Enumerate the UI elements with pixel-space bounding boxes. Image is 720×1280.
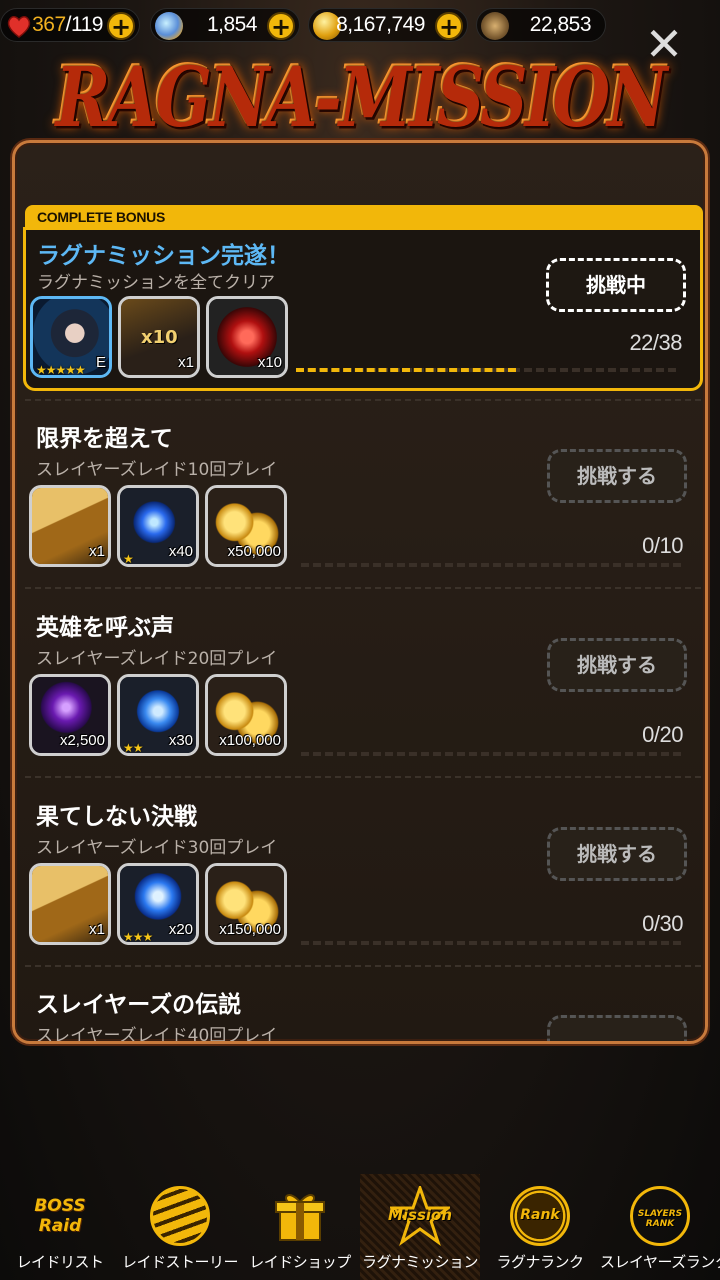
mission-title: 英雄を呼ぶ声 <box>36 615 174 641</box>
mission-progress: 0/30 <box>642 911 683 936</box>
nav-slayers-rank[interactable]: SLAYERS RANK スレイヤーズランク <box>600 1174 720 1280</box>
mission-item: 英雄を呼ぶ声 スレイヤーズレイド20回プレイ x2,500 x30 ★★ x10… <box>25 608 701 794</box>
nav-ragna-rank[interactable]: Rank ラグナランク <box>480 1174 600 1280</box>
mission-item: 限界を超えて スレイヤーズレイド10回プレイ x1 x40 ★ x50,000 … <box>25 419 701 605</box>
bonus-progress-fill <box>296 368 516 372</box>
reward-red-crystal[interactable]: x10 <box>206 296 288 378</box>
reward-blue-crystal[interactable]: x30 ★★ <box>117 674 199 756</box>
mission-panel: COMPLETE BONUS ラグナミッション完遂！ ラグナミッションを全てクリ… <box>12 140 708 1044</box>
heart-icon <box>5 12 33 40</box>
reward-ticket[interactable]: x10 x1 <box>118 296 200 378</box>
add-gold-button[interactable]: + <box>435 12 463 41</box>
reward-blue-orb[interactable]: x40 ★ <box>117 485 199 567</box>
gem-counter: 1,854 + <box>150 8 300 42</box>
mission-item: 果てしない決戦 スレイヤーズレイド30回プレイ x1 x20 ★★★ x150,… <box>25 797 701 983</box>
gold-counter: 8,167,749 + <box>308 8 468 42</box>
mission-star-icon: Mission <box>387 1183 453 1246</box>
nav-raid-story[interactable]: レイドストーリー <box>120 1174 240 1280</box>
mission-progress-track <box>301 563 681 567</box>
reward-gold-coins[interactable]: x50,000 <box>205 485 287 567</box>
mission-progress-track <box>301 941 681 945</box>
reward-gold-coins[interactable]: x100,000 <box>205 674 287 756</box>
page-title: RAGNA-MISSION <box>55 48 668 146</box>
mission-progress: 0/10 <box>642 533 683 558</box>
mission-progress-track <box>301 752 681 756</box>
medal-icon <box>481 12 509 40</box>
challenge-button[interactable]: 挑戦する <box>547 449 687 503</box>
bonus-status-button[interactable]: 挑戦中 <box>546 258 686 312</box>
resource-bar: 367/119 + 1,854 + 8,167,749 + 22,853 <box>0 4 620 44</box>
mission-subtitle: スレイヤーズレイド10回プレイ <box>36 460 278 480</box>
bonus-progress: 22/38 <box>629 330 682 355</box>
boss-raid-icon: BOSS Raid <box>34 1196 86 1236</box>
challenge-button[interactable] <box>547 1015 687 1041</box>
rank-globe-icon: Rank <box>510 1186 570 1246</box>
medal-value: 22,853 <box>529 13 592 36</box>
divider <box>25 776 701 778</box>
mission-title: スレイヤーズの伝説 <box>36 992 242 1018</box>
add-stamina-button[interactable]: + <box>107 12 135 41</box>
divider <box>25 399 701 401</box>
story-orb-icon <box>150 1186 210 1246</box>
gift-icon <box>270 1186 330 1246</box>
gem-value: 1,854 <box>206 13 258 36</box>
nav-raid-list[interactable]: BOSS Raid レイドリスト <box>0 1174 120 1280</box>
challenge-button[interactable]: 挑戦する <box>547 638 687 692</box>
challenge-button[interactable]: 挑戦する <box>547 827 687 881</box>
reward-gold-ticket[interactable]: x1 <box>29 485 111 567</box>
mission-title: 果てしない決戦 <box>36 804 197 830</box>
bonus-subtitle: ラグナミッションを全てクリア <box>37 273 275 293</box>
mission-title: 限界を超えて <box>36 426 173 452</box>
mission-progress: 0/20 <box>642 722 683 747</box>
bonus-title: ラグナミッション完遂！ <box>37 243 290 269</box>
bottom-nav: BOSS Raid レイドリスト レイドストーリー レイドショップ Missio… <box>0 1174 720 1280</box>
stamina-current: 367 <box>32 13 66 36</box>
complete-bonus-box: ラグナミッション完遂！ ラグナミッションを全てクリア E ★★★★★ x10 x… <box>23 227 703 391</box>
nav-ragna-mission[interactable]: Mission ラグナミッション <box>360 1174 480 1280</box>
mission-item: スレイヤーズの伝説 スレイヤーズレイド40回プレイ <box>25 985 701 1044</box>
reward-character-card[interactable]: E ★★★★★ <box>30 296 112 378</box>
add-gem-button[interactable]: + <box>267 12 295 41</box>
reward-blue-diamond[interactable]: x20 ★★★ <box>117 863 199 945</box>
reward-purple-gem[interactable]: x2,500 <box>29 674 111 756</box>
divider <box>25 587 701 589</box>
mission-subtitle: スレイヤーズレイド20回プレイ <box>36 649 278 669</box>
mission-subtitle: スレイヤーズレイド40回プレイ <box>36 1026 278 1044</box>
mission-subtitle: スレイヤーズレイド30回プレイ <box>36 838 278 858</box>
slayers-rank-icon: SLAYERS RANK <box>630 1186 690 1246</box>
nav-raid-shop[interactable]: レイドショップ <box>240 1174 360 1280</box>
gold-value: 8,167,749 <box>336 13 425 36</box>
reward-gold-ticket[interactable]: x1 <box>29 863 111 945</box>
complete-bonus-tab: COMPLETE BONUS <box>25 205 703 229</box>
divider <box>25 965 701 967</box>
stamina-counter: 367/119 + <box>0 8 140 42</box>
gem-icon <box>155 12 183 40</box>
medal-counter: 22,853 <box>476 8 606 42</box>
stamina-max: /119 <box>65 13 104 36</box>
reward-gold-coins[interactable]: x150,000 <box>205 863 287 945</box>
